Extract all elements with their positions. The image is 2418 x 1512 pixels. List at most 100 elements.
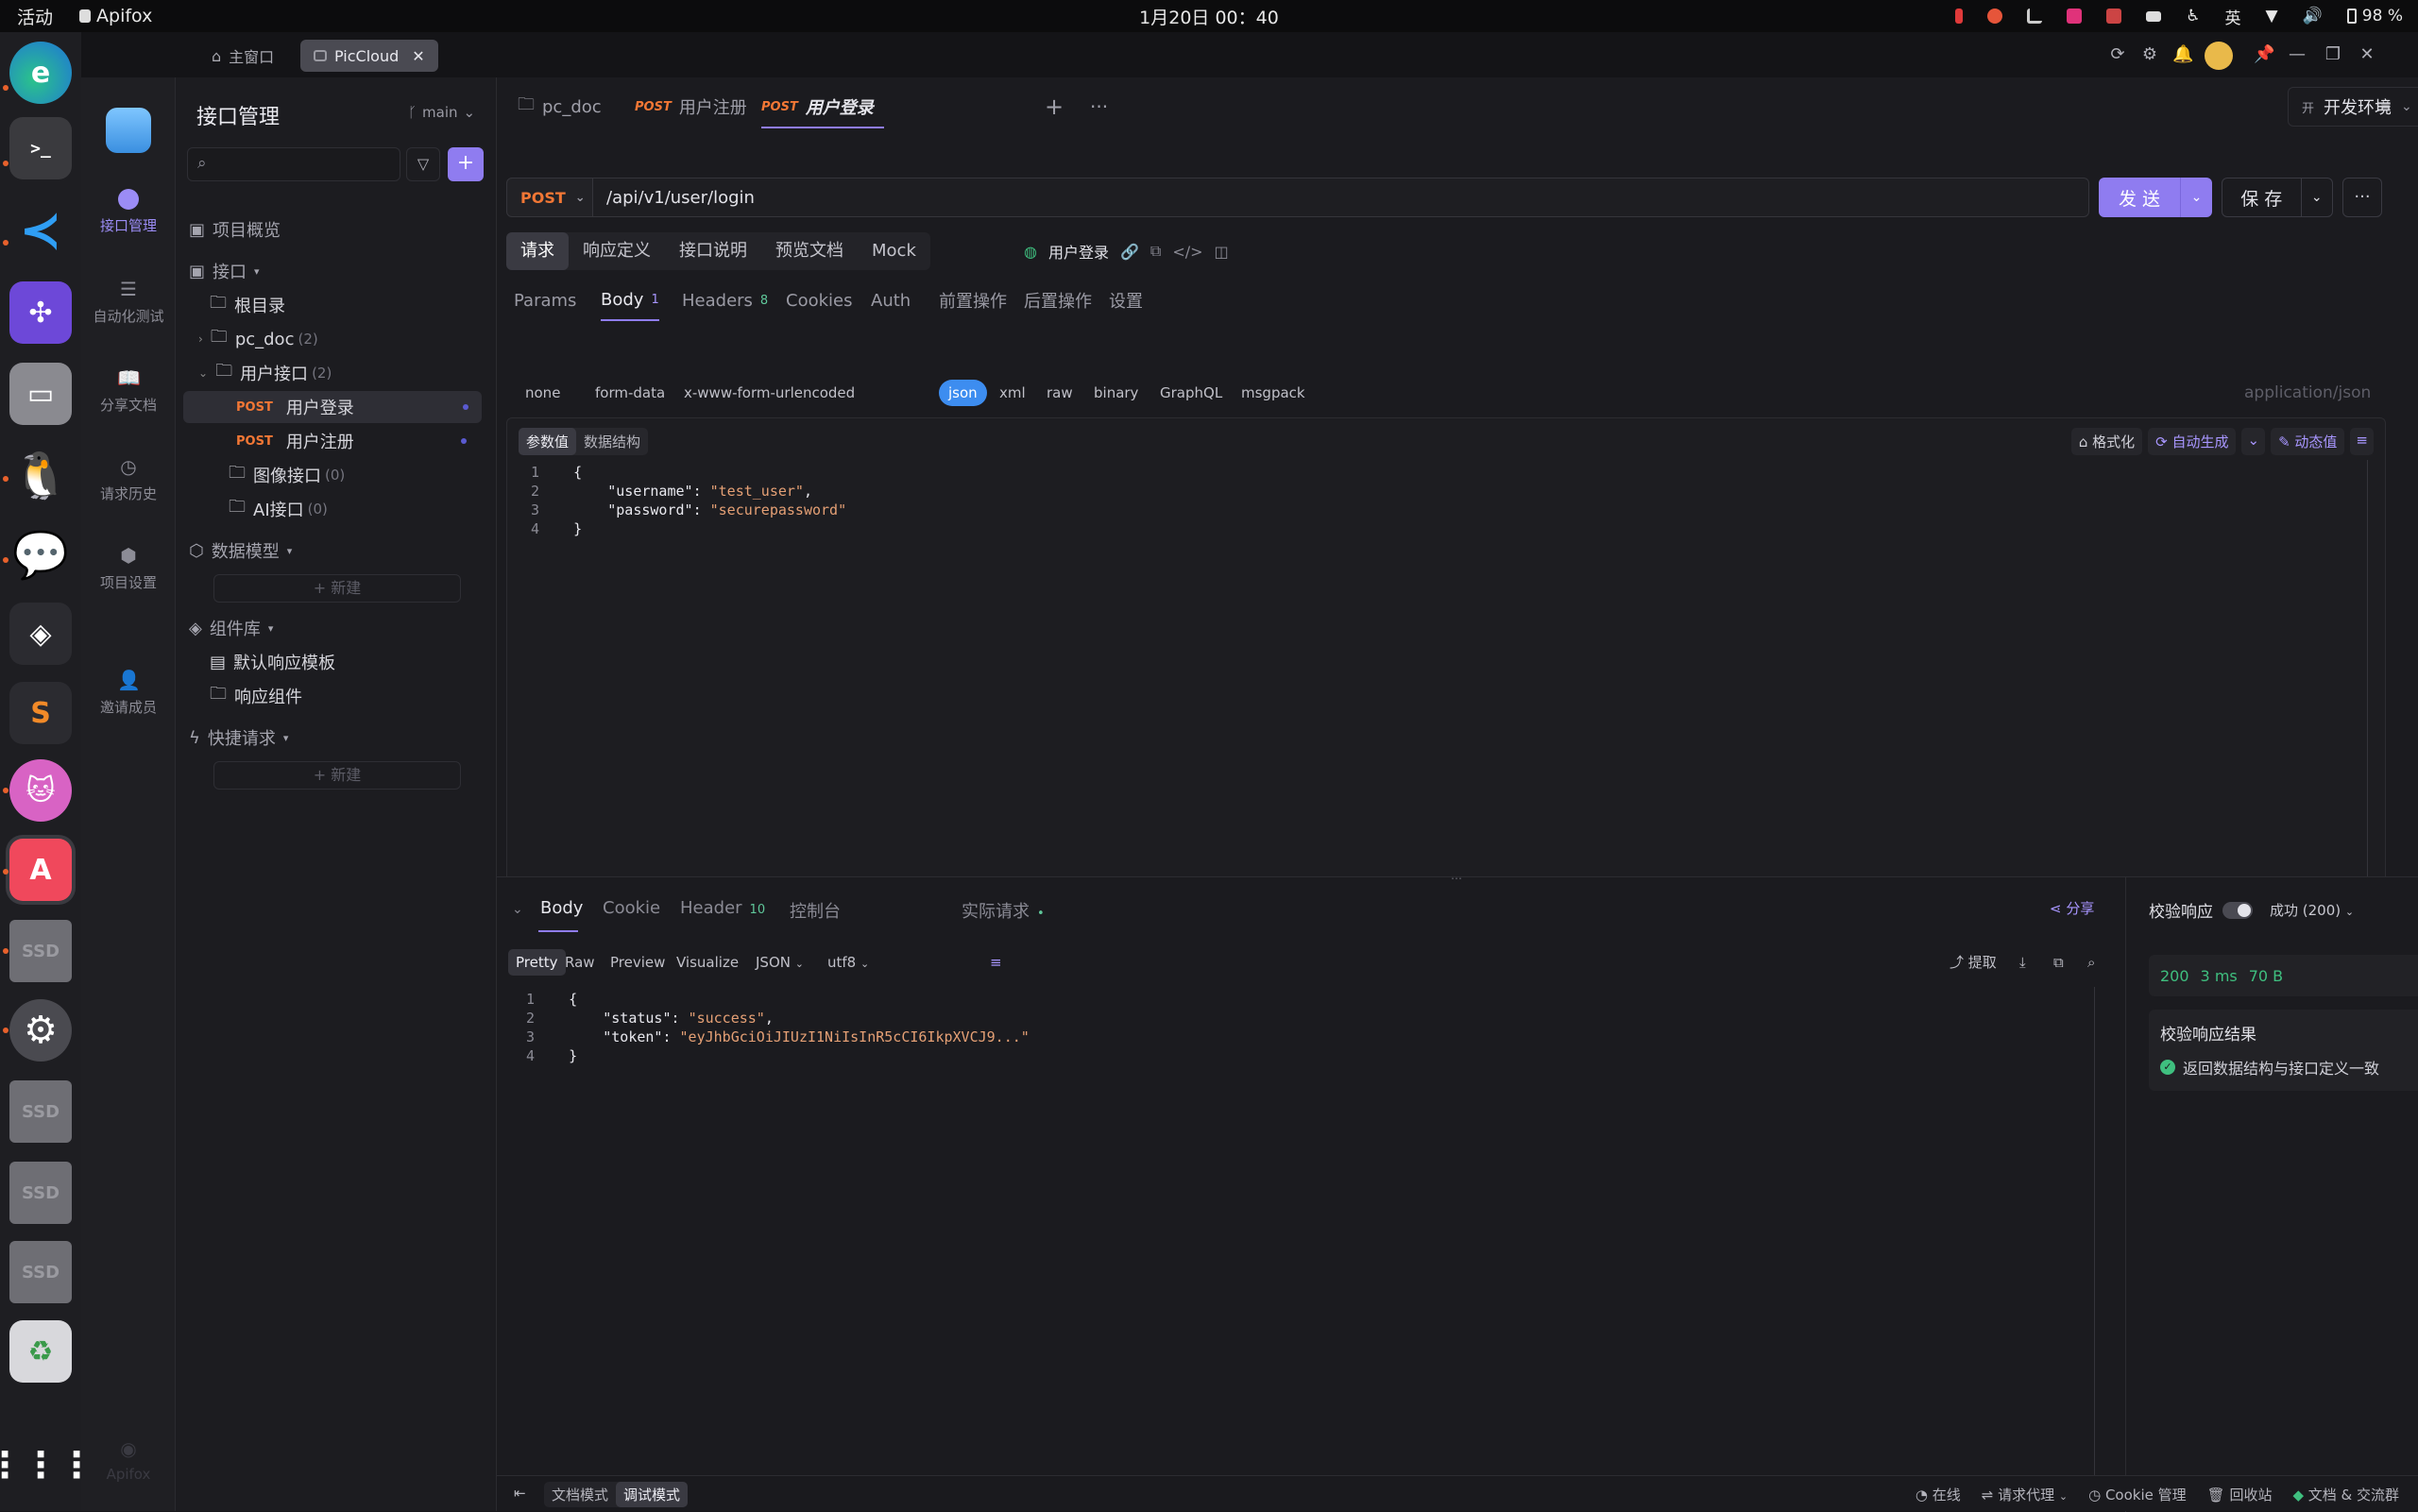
refresh-icon[interactable]: ⟳ xyxy=(2108,45,2127,64)
tree-data-models[interactable]: ⬡ 数据模型 ▾ xyxy=(176,535,480,567)
subtab-auth[interactable]: Auth xyxy=(871,280,911,321)
new-quick-request-button[interactable]: + 新建 xyxy=(213,761,461,790)
trash-button[interactable]: 🗑 回收站 xyxy=(2207,1485,2273,1504)
body-editor[interactable]: 参数值 数据结构 ⌂ 格式化 ⟳ 自动生成 ⌄ ✎ 动态值 ≡ 1 { 2 "u… xyxy=(506,417,2386,909)
body-type-xml[interactable]: xml xyxy=(999,380,1026,406)
close-window-icon[interactable]: ✕ xyxy=(2358,45,2376,64)
bell-icon[interactable]: 🔔 xyxy=(2172,45,2193,64)
resp-tab-actual[interactable]: 实际请求 • xyxy=(962,898,1045,923)
gear-icon[interactable]: ⚙ xyxy=(2140,45,2159,64)
ssd-drive-icon[interactable]: SSD xyxy=(9,920,72,982)
doc-tab-login[interactable]: POST 用户登录 xyxy=(761,91,874,123)
pin-icon[interactable]: 📌 xyxy=(2254,45,2274,64)
body-type-graphql[interactable]: GraphQL xyxy=(1160,380,1222,406)
tray-record-icon[interactable] xyxy=(1955,8,1964,24)
clock[interactable]: 1月20日 00：40 xyxy=(1139,4,1279,29)
wechat-icon[interactable]: 💬 xyxy=(9,523,72,586)
body-type-raw[interactable]: raw xyxy=(1047,380,1073,406)
qq-icon[interactable]: 🐧 xyxy=(9,444,72,506)
figma-like-app-icon[interactable]: ✣ xyxy=(9,281,72,344)
rail-item-api[interactable]: 接口管理 xyxy=(81,189,176,235)
tree-folder-user[interactable]: ⌄ 🗀 用户接口 (2) xyxy=(176,357,480,389)
encoding-select[interactable]: utf8 ⌄ xyxy=(820,949,877,976)
wrap-icon[interactable]: ≡ xyxy=(2350,428,2374,455)
doc-tab-register[interactable]: POST 用户注册 xyxy=(635,91,747,123)
new-tab-button[interactable]: + xyxy=(1045,91,1064,123)
mode-data-structure[interactable]: 数据结构 xyxy=(576,428,648,455)
doc-mode-button[interactable]: 文档模式 xyxy=(544,1482,616,1507)
mode-param-value[interactable]: 参数值 xyxy=(519,428,577,455)
online-status[interactable]: ◔ 在线 xyxy=(1916,1485,1961,1504)
wifi-icon[interactable]: ▼ xyxy=(2266,7,2278,25)
doc-tab-pc-doc[interactable]: 🗀 pc_doc xyxy=(518,91,602,123)
subtab-pre-ops[interactable]: 前置操作 xyxy=(939,280,1007,321)
tab-project[interactable]: PicCloud ✕ xyxy=(300,40,438,72)
tree-overview[interactable]: ▣ 项目概览 xyxy=(176,213,480,246)
avatar[interactable] xyxy=(2205,42,2233,70)
url-input[interactable]: /api/v1/user/login xyxy=(593,178,2089,217)
menu-button[interactable]: ≡ xyxy=(2376,94,2392,117)
proxy-button[interactable]: ⇌ 请求代理 ⌄ xyxy=(1982,1485,2068,1504)
response-scrollbar[interactable] xyxy=(2094,987,2095,1476)
tab-more-button[interactable]: ··· xyxy=(1090,91,1108,123)
format-select[interactable]: JSON ⌄ xyxy=(748,949,811,976)
collapse-icon[interactable]: ⌄ xyxy=(512,902,523,917)
apifox-dock-icon[interactable]: A xyxy=(9,839,72,901)
vscode-icon[interactable]: ≺ xyxy=(9,198,72,261)
environment-selector[interactable]: 开 开发环境 ⌄ xyxy=(2288,87,2418,127)
validate-status-select[interactable]: 成功 (200) ⌄ xyxy=(2270,900,2354,920)
new-data-model-button[interactable]: + 新建 xyxy=(213,574,461,603)
body-type-json[interactable]: json xyxy=(939,380,987,406)
search-icon[interactable]: ⌕ xyxy=(2080,949,2103,976)
body-type-binary[interactable]: binary xyxy=(1094,380,1138,406)
tree-search-input[interactable]: ⌕ xyxy=(187,147,400,181)
tray-notes-icon[interactable] xyxy=(2106,8,2122,24)
resp-tab-console[interactable]: 控制台 xyxy=(790,898,841,923)
resp-tab-header[interactable]: Header 10 xyxy=(680,898,765,918)
input-method[interactable]: 英 xyxy=(2225,5,2241,28)
tab-main-window[interactable]: ⌂ 主窗口 xyxy=(198,40,287,72)
chevron-down-icon[interactable]: ⌄ xyxy=(2241,428,2266,455)
share-button[interactable]: ⋖ 分享 xyxy=(2050,898,2094,918)
view-visualize[interactable]: Visualize xyxy=(669,949,746,976)
chevron-down-icon[interactable]: ⌄ xyxy=(2180,178,2212,217)
collapse-sidebar-icon[interactable]: ⇤ xyxy=(514,1485,526,1502)
tab-preview-doc[interactable]: 预览文档 xyxy=(761,232,858,270)
subtab-body[interactable]: Body 1 xyxy=(601,280,659,321)
tree-endpoint-login[interactable]: POST 用户登录 xyxy=(183,391,482,423)
minimize-icon[interactable]: — xyxy=(2288,45,2307,64)
copy-icon[interactable]: ⧉ xyxy=(1150,242,1161,261)
format-button[interactable]: ⌂ 格式化 xyxy=(2070,428,2143,455)
panel-icon[interactable]: ◫ xyxy=(1215,243,1229,261)
method-select[interactable]: POST ⌄ xyxy=(506,178,593,217)
send-button[interactable]: 发 送 ⌄ xyxy=(2099,178,2212,217)
tab-mock[interactable]: Mock xyxy=(858,232,930,270)
more-actions-button[interactable]: ··· xyxy=(2342,178,2382,217)
accessibility-icon[interactable]: ♿ xyxy=(2186,7,2200,25)
close-tab-icon[interactable]: ✕ xyxy=(412,47,424,65)
debug-mode-button[interactable]: 调试模式 xyxy=(616,1482,689,1507)
rail-item-invite[interactable]: 👤 邀请成员 xyxy=(81,669,176,717)
save-button[interactable]: 保 存 ⌄ xyxy=(2222,178,2333,217)
api-name[interactable]: 用户登录 xyxy=(1048,240,1109,263)
resize-handle[interactable]: ⋯ xyxy=(1451,872,1462,885)
auto-generate-button[interactable]: ⟳ 自动生成 xyxy=(2148,428,2237,455)
tree-root[interactable]: 🗀 根目录 xyxy=(176,289,480,321)
terminal-icon[interactable]: >_ xyxy=(9,117,72,179)
tree-folder-pc-doc[interactable]: › 🗀 pc_doc (2) xyxy=(176,323,480,355)
edge-browser-icon[interactable]: e xyxy=(9,42,72,104)
rail-item-settings[interactable]: ⬢ 项目设置 xyxy=(81,544,176,592)
body-type-msgpack[interactable]: msgpack xyxy=(1241,380,1305,406)
subtab-params[interactable]: Params xyxy=(514,280,576,321)
community-button[interactable]: ◆ 文档 & 交流群 xyxy=(2292,1485,2399,1504)
tree-folder-image[interactable]: 🗀 图像接口 (0) xyxy=(176,459,480,491)
tree-quick-request[interactable]: ϟ 快捷请求 ▾ xyxy=(176,722,480,754)
trash-icon[interactable]: ♻ xyxy=(9,1320,72,1383)
rail-item-history[interactable]: ◷ 请求历史 xyxy=(81,455,176,503)
tree-interfaces[interactable]: ▣ 接口 ▾ xyxy=(176,255,480,287)
subtab-post-ops[interactable]: 后置操作 xyxy=(1024,280,1092,321)
resp-tab-cookie[interactable]: Cookie xyxy=(603,898,660,918)
ssd-drive-icon[interactable]: SSD xyxy=(9,1241,72,1303)
body-type-urlencoded[interactable]: x-www-form-urlencoded xyxy=(684,380,855,406)
tab-request[interactable]: 请求 xyxy=(506,232,569,270)
